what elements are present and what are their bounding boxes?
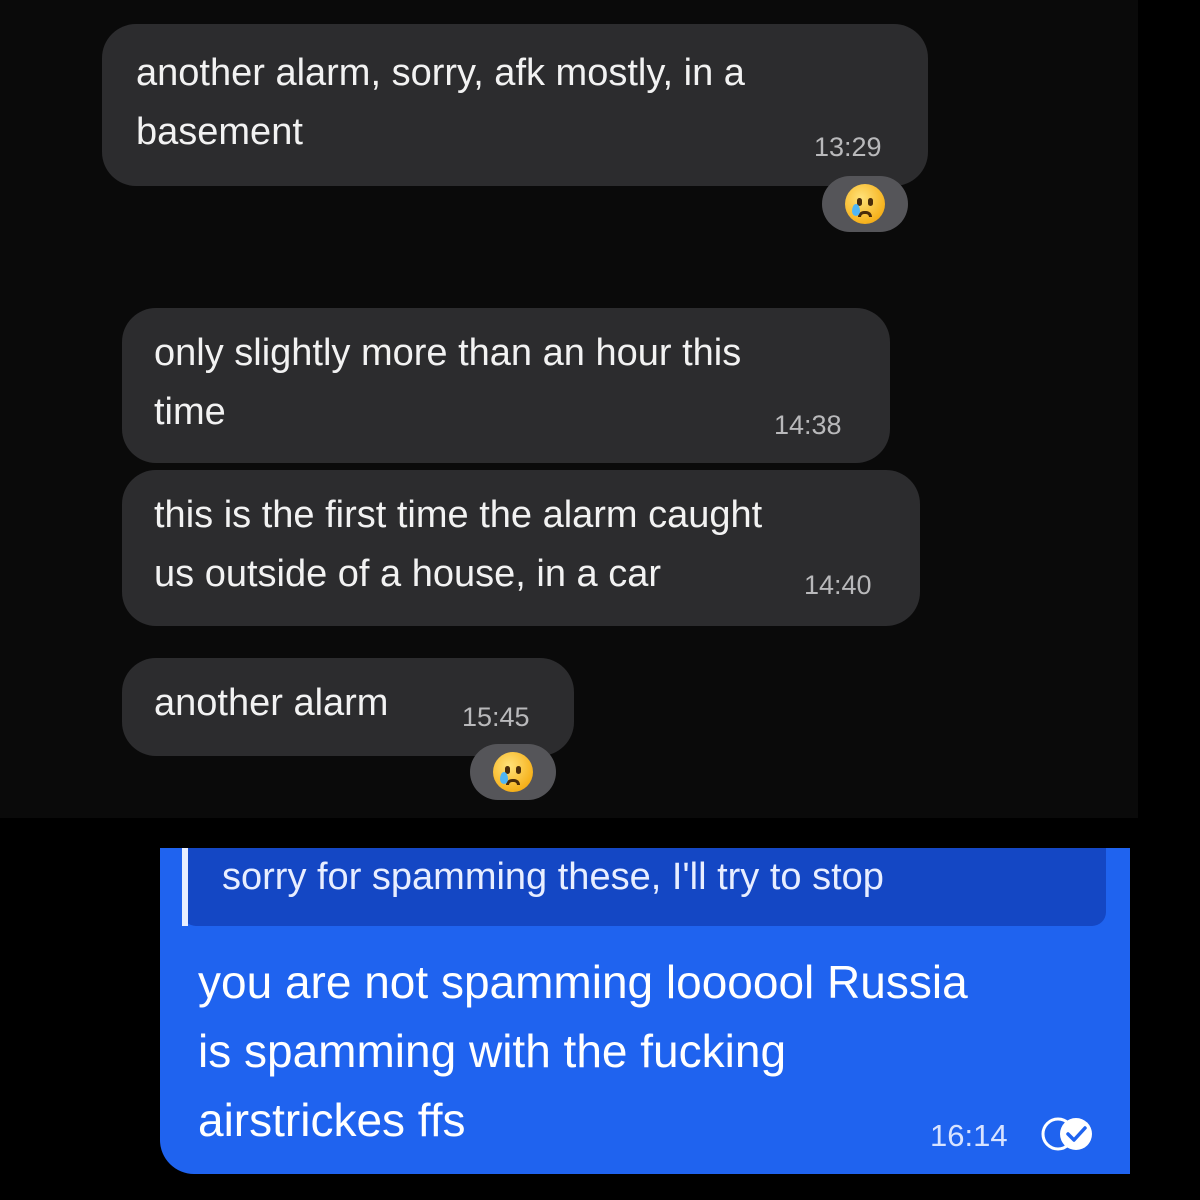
message-time: 14:38 [774,410,842,440]
crying-face-icon [493,752,533,792]
message-time: 16:14 [930,1118,1008,1153]
message-bubble[interactable]: another alarm, sorry, afk mostly, in a b… [102,24,928,186]
message-text: another alarm, sorry, afk mostly, in a b… [136,52,745,153]
quote-bar [182,848,188,926]
message-text: only slightly more than an hour this tim… [154,332,742,433]
quoted-text: sorry for spamming these, I'll try to st… [222,856,884,898]
message-time: 14:40 [804,570,872,600]
reaction-badge[interactable] [822,176,908,232]
message-bubble[interactable]: another alarm 15:45 [122,658,574,756]
double-check-icon [1041,1117,1092,1151]
outgoing-message-bubble[interactable]: sorry for spamming these, I'll try to st… [160,848,1130,1174]
reaction-badge[interactable] [470,744,556,800]
crying-face-icon [845,184,885,224]
chat-screenshot-top: another alarm, sorry, afk mostly, in a b… [0,0,1138,818]
message-text: you are not spamming loooool Russia is s… [198,956,968,1146]
message-time: 15:45 [462,702,530,732]
quoted-reply[interactable]: sorry for spamming these, I'll try to st… [182,848,1106,926]
message-bubble[interactable]: this is the first time the alarm caught … [122,470,920,626]
message-time: 13:29 [814,132,882,162]
message-bubble[interactable]: only slightly more than an hour this tim… [122,308,890,463]
message-text: this is the first time the alarm caught … [154,494,763,595]
message-text: another alarm [154,682,389,724]
